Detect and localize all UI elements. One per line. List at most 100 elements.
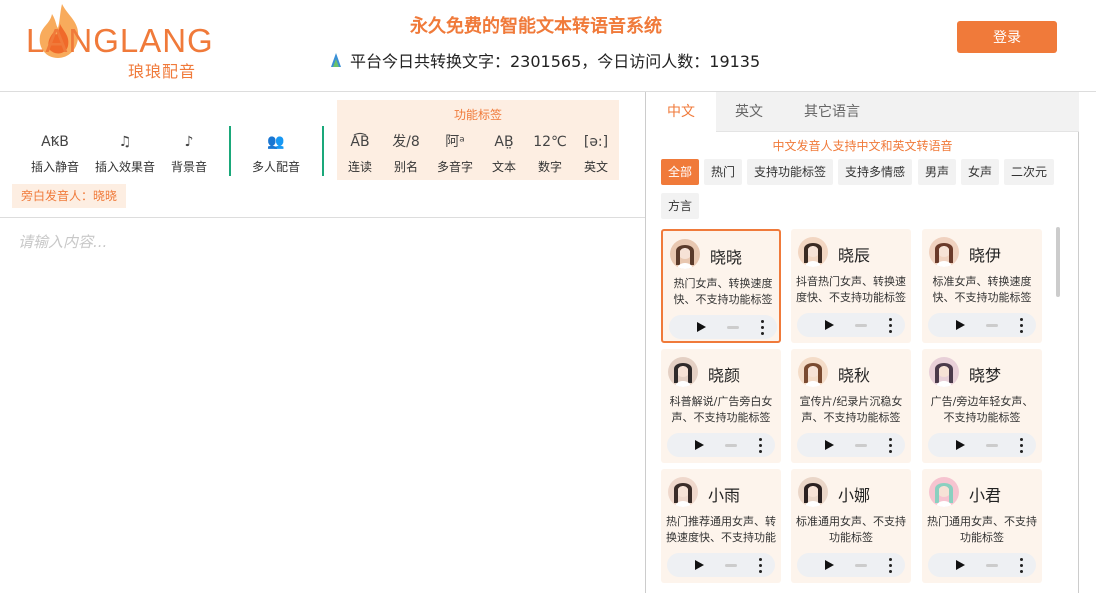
text-input[interactable] bbox=[0, 219, 645, 593]
tab-english[interactable]: 英文 bbox=[716, 92, 782, 132]
insert-effect-sound-tool[interactable]: ♫ 插入效果音 bbox=[94, 130, 156, 175]
users-icon: 👥 bbox=[267, 134, 285, 150]
multi-voice-tool[interactable]: 👥 多人配音 bbox=[250, 130, 302, 175]
voice-list-scrollbar[interactable] bbox=[1056, 227, 1060, 297]
audio-player bbox=[667, 433, 775, 457]
stats-text: 平台今日共转换文字：2301565，今日访问人数：19135 bbox=[350, 52, 761, 71]
tag-liaison[interactable]: A͡B 连读 bbox=[341, 130, 379, 175]
audio-player bbox=[667, 553, 775, 577]
filter-anime[interactable]: 二次元 bbox=[1004, 159, 1055, 185]
tool-label: 多人配音 bbox=[251, 160, 300, 174]
play-icon[interactable] bbox=[695, 440, 704, 450]
audio-player bbox=[928, 313, 1036, 337]
more-options-icon[interactable] bbox=[889, 318, 893, 333]
voice-name: 晓晓 bbox=[710, 248, 743, 267]
voice-card[interactable]: 小雨热门推荐通用女声、转换速度快、不支持功能标签 bbox=[661, 469, 781, 583]
tag-polyphone[interactable]: 阿ᵃ 多音字 bbox=[433, 130, 477, 175]
voice-card[interactable]: 晓辰 抖音热门女声、转换速度快、不支持功能标签 bbox=[791, 229, 911, 343]
filter-multi-emotion[interactable]: 支持多情感 bbox=[838, 159, 913, 185]
voice-panel: 中文 英文 其它语言 中文发音人支持中文和英文转语音 全部 热门 支持功能标签 … bbox=[645, 92, 1079, 593]
tab-chinese[interactable]: 中文 bbox=[646, 92, 716, 133]
play-icon[interactable] bbox=[956, 440, 965, 450]
language-tabs: 中文 英文 其它语言 bbox=[646, 92, 1079, 133]
voice-description: 标准通用女声、不支持功能标签 bbox=[796, 515, 906, 544]
voice-card[interactable]: 晓伊 标准女声、转换速度快、不支持功能标签 bbox=[922, 229, 1042, 343]
progress-bar[interactable] bbox=[986, 444, 998, 447]
polyphone-icon: 阿ᵃ bbox=[445, 134, 465, 150]
voice-description: 热门女声、转换速度快、不支持功能标签 bbox=[673, 277, 773, 306]
audio-player bbox=[669, 315, 777, 339]
more-options-icon[interactable] bbox=[1020, 558, 1024, 573]
tag-alias[interactable]: 发/8 别名 bbox=[387, 130, 425, 175]
filter-female[interactable]: 女声 bbox=[961, 159, 1000, 185]
filter-male[interactable]: 男声 bbox=[918, 159, 957, 185]
voice-name: 晓辰 bbox=[838, 246, 871, 265]
progress-bar[interactable] bbox=[725, 564, 737, 567]
voice-description: 宣传片/纪录片沉稳女声、不支持功能标签 bbox=[799, 395, 903, 424]
effect-sound-icon: ♫ bbox=[118, 134, 132, 150]
voice-card[interactable]: 晓秋 宣传片/纪录片沉稳女声、不支持功能标签 bbox=[791, 349, 911, 463]
more-options-icon[interactable] bbox=[761, 320, 765, 335]
voice-card[interactable]: 小娜 标准通用女声、不支持功能标签 bbox=[791, 469, 911, 583]
tool-label: 文本 bbox=[491, 160, 516, 174]
tool-label: 插入静音 bbox=[30, 160, 79, 174]
filter-hot[interactable]: 热门 bbox=[704, 159, 743, 185]
editor-area: AꝄB 插入静音 ♫ 插入效果音 ♪ 背景音 👥 多人配音 功能标签 A͡B 连… bbox=[0, 92, 645, 593]
play-icon[interactable] bbox=[697, 322, 706, 332]
avatar bbox=[798, 237, 828, 267]
avatar bbox=[929, 357, 959, 387]
filter-function-tags[interactable]: 支持功能标签 bbox=[747, 159, 834, 185]
play-icon[interactable] bbox=[825, 560, 834, 570]
avatar bbox=[929, 237, 959, 267]
more-options-icon[interactable] bbox=[759, 438, 763, 453]
voice-card[interactable]: 晓颜 科普解说/广告旁白女声、不支持功能标签 bbox=[661, 349, 781, 463]
more-options-icon[interactable] bbox=[889, 438, 893, 453]
audio-player bbox=[797, 433, 905, 457]
voice-description: 广告/旁边年轻女声、不支持功能标签 bbox=[930, 395, 1034, 424]
progress-bar[interactable] bbox=[855, 324, 867, 327]
silence-icon: AꝄB bbox=[41, 134, 69, 150]
insert-silence-tool[interactable]: AꝄB 插入静音 bbox=[30, 130, 80, 175]
play-icon[interactable] bbox=[956, 320, 965, 330]
tool-label: 英文 bbox=[583, 160, 608, 174]
tag-english[interactable]: [ə:] 英文 bbox=[577, 130, 615, 175]
progress-bar[interactable] bbox=[725, 444, 737, 447]
voice-description: 科普解说/广告旁白女声、不支持功能标签 bbox=[669, 395, 773, 424]
login-button[interactable]: 登录 bbox=[957, 21, 1057, 53]
background-music-tool[interactable]: ♪ 背景音 bbox=[168, 130, 210, 175]
narrator-badge[interactable]: 旁白发音人：晓晓 bbox=[12, 184, 127, 208]
more-options-icon[interactable] bbox=[889, 558, 893, 573]
avatar bbox=[798, 477, 828, 507]
play-icon[interactable] bbox=[825, 320, 834, 330]
play-icon[interactable] bbox=[956, 560, 965, 570]
music-icon: ♪ bbox=[184, 134, 194, 150]
filter-all[interactable]: 全部 bbox=[661, 159, 700, 185]
logo-text: LANGLANG bbox=[26, 22, 214, 59]
voice-card[interactable]: 小君 热门通用女声、不支持功能标签 bbox=[922, 469, 1042, 583]
logo[interactable]: LANGLANG 琅琅配音 bbox=[20, 0, 230, 85]
tag-text[interactable]: AB̤ 文本 bbox=[485, 130, 523, 175]
voice-card[interactable]: 晓晓热门女声、转换速度快、不支持功能标签 bbox=[661, 229, 781, 343]
tag-number[interactable]: 12℃ 数字 bbox=[529, 130, 571, 175]
function-tags-group: 功能标签 A͡B 连读 发/8 别名 阿ᵃ 多音字 AB̤ 文本 12℃ 数字 bbox=[337, 100, 619, 180]
audio-player bbox=[797, 313, 905, 337]
audio-player bbox=[928, 553, 1036, 577]
more-options-icon[interactable] bbox=[1020, 438, 1024, 453]
more-options-icon[interactable] bbox=[759, 558, 763, 573]
play-icon[interactable] bbox=[695, 560, 704, 570]
tool-label: 背景音 bbox=[170, 160, 207, 174]
play-icon[interactable] bbox=[825, 440, 834, 450]
more-options-icon[interactable] bbox=[1020, 318, 1024, 333]
filter-dialect[interactable]: 方言 bbox=[661, 193, 700, 219]
progress-bar[interactable] bbox=[855, 564, 867, 567]
progress-bar[interactable] bbox=[727, 326, 739, 329]
progress-bar[interactable] bbox=[855, 444, 867, 447]
page-title: 永久免费的智能文本转语音系统 bbox=[410, 16, 662, 37]
alias-icon: 发/8 bbox=[392, 134, 420, 150]
toolbar-separator bbox=[229, 126, 231, 176]
tab-other-languages[interactable]: 其它语言 bbox=[796, 92, 868, 132]
editor-toolbar: AꝄB 插入静音 ♫ 插入效果音 ♪ 背景音 👥 多人配音 功能标签 A͡B 连… bbox=[0, 92, 645, 218]
progress-bar[interactable] bbox=[986, 324, 998, 327]
progress-bar[interactable] bbox=[986, 564, 998, 567]
voice-card[interactable]: 晓梦 广告/旁边年轻女声、不支持功能标签 bbox=[922, 349, 1042, 463]
